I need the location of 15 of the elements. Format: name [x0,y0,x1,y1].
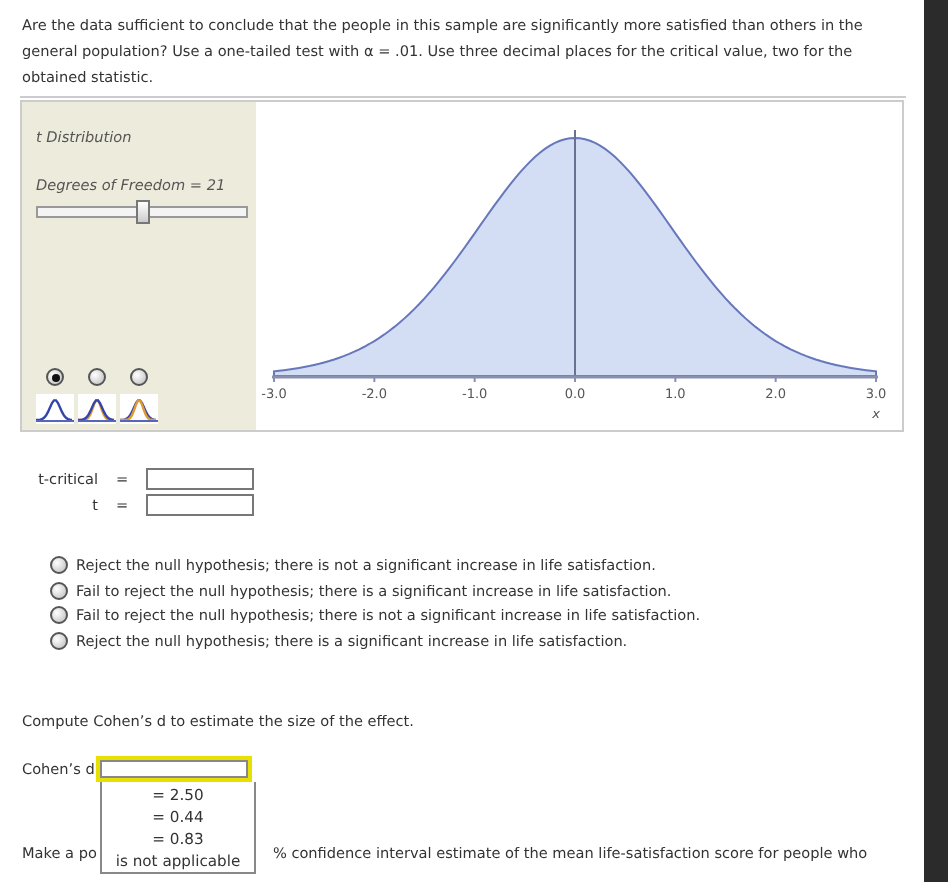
radio-button[interactable] [88,368,106,386]
degrees-of-freedom-slider[interactable] [36,206,248,218]
radio-button[interactable] [50,606,68,625]
radio-button[interactable] [50,581,68,600]
input-field[interactable] [146,494,254,516]
slider-thumb[interactable] [136,200,150,224]
bell-curve-icon[interactable] [78,394,116,424]
radio-button[interactable] [46,368,64,386]
bell-curve-icon[interactable] [36,394,74,424]
bell-curve-icon[interactable] [120,394,158,424]
radio-button[interactable] [130,368,148,386]
radio-button[interactable] [50,556,68,574]
input-field[interactable] [146,468,254,490]
radio-button[interactable] [50,631,68,650]
cohens-d-field[interactable] [96,755,253,782]
